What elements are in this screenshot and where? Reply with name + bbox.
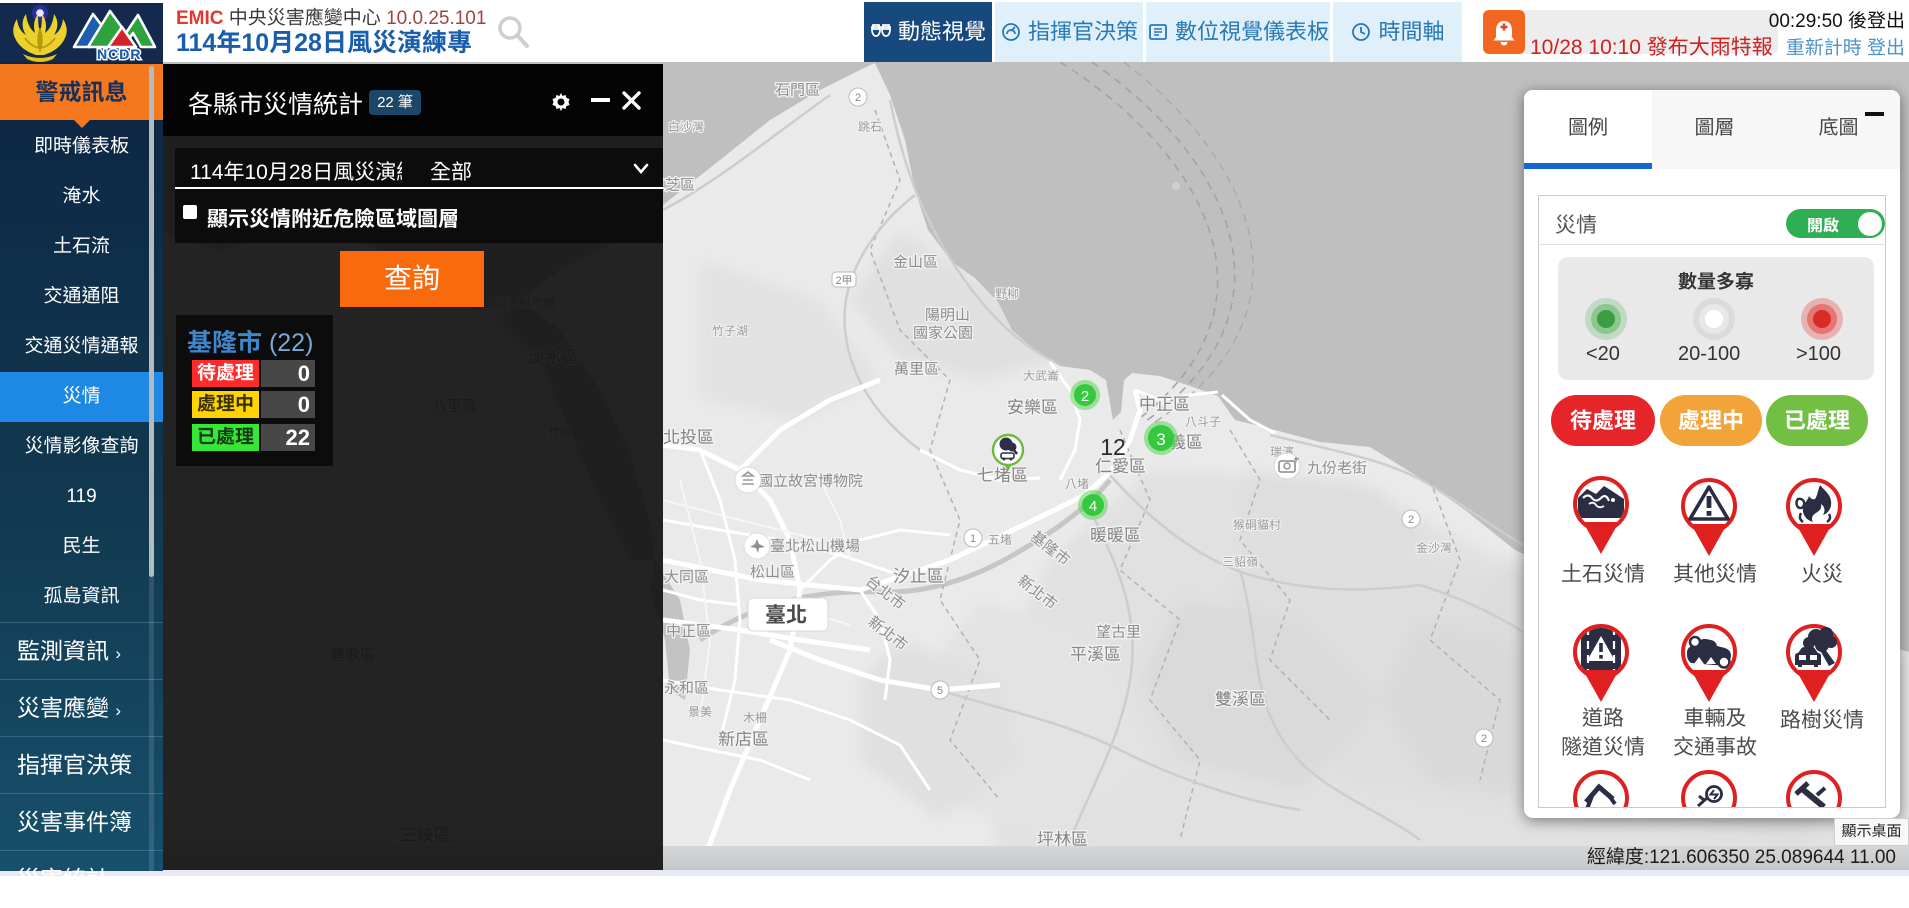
svg-text:七堵區: 七堵區	[977, 466, 1028, 485]
svg-text:汐止區: 汐止區	[893, 567, 944, 586]
svg-text:景美: 景美	[688, 705, 712, 719]
svg-text:野柳: 野柳	[995, 287, 1019, 301]
svg-text:2: 2	[1408, 514, 1414, 526]
svg-text:臺北松山機場: 臺北松山機場	[770, 538, 860, 555]
svg-text:中正區: 中正區	[666, 623, 711, 640]
svg-text:金山區: 金山區	[893, 254, 938, 271]
svg-text:2: 2	[1081, 388, 1089, 405]
svg-text:跳石: 跳石	[858, 120, 882, 134]
svg-text:白沙灣: 白沙灣	[668, 120, 704, 134]
svg-text:新店區: 新店區	[718, 730, 769, 749]
svg-text:萬里區: 萬里區	[894, 361, 939, 378]
svg-text:八堵: 八堵	[1065, 477, 1089, 491]
svg-text:猴硐貓村: 猴硐貓村	[1233, 518, 1281, 532]
svg-text:竹子湖: 竹子湖	[712, 324, 748, 338]
svg-text:陽明山: 陽明山	[925, 307, 970, 324]
svg-text:NCDR: NCDR	[97, 46, 141, 62]
svg-text:2: 2	[1481, 733, 1487, 745]
svg-text:5: 5	[937, 685, 943, 697]
svg-text:大同區: 大同區	[664, 569, 709, 586]
svg-text:中正區: 中正區	[1139, 395, 1190, 414]
svg-text:木柵: 木柵	[743, 711, 767, 725]
svg-text:2甲: 2甲	[835, 275, 852, 287]
svg-text:石門區: 石門區	[775, 82, 820, 99]
svg-text:大武崙: 大武崙	[1023, 369, 1059, 383]
svg-text:北投區: 北投區	[663, 428, 714, 447]
svg-text:2: 2	[855, 92, 861, 104]
svg-text:九份老街: 九份老街	[1307, 460, 1367, 477]
svg-text:3: 3	[1156, 430, 1165, 449]
svg-text:臺北: 臺北	[765, 604, 807, 627]
svg-text:4: 4	[1089, 498, 1097, 515]
svg-text:安樂區: 安樂區	[1007, 398, 1058, 417]
svg-text:五堵: 五堵	[988, 533, 1012, 547]
svg-text:八斗子: 八斗子	[1185, 415, 1221, 429]
svg-text:國立故宮博物院: 國立故宮博物院	[758, 473, 863, 490]
svg-text:雙溪區: 雙溪區	[1215, 690, 1266, 709]
svg-text:1: 1	[970, 533, 976, 545]
svg-text:松山區: 松山區	[750, 564, 795, 581]
svg-text:三貂嶺: 三貂嶺	[1222, 555, 1258, 569]
svg-text:12: 12	[1100, 434, 1126, 460]
svg-text:暖暖區: 暖暖區	[1090, 526, 1141, 545]
svg-text:平溪區: 平溪區	[1070, 645, 1121, 664]
svg-text:望古里: 望古里	[1096, 624, 1141, 641]
svg-text:永和區: 永和區	[664, 680, 709, 697]
svg-text:金沙灣: 金沙灣	[1416, 541, 1452, 555]
svg-text:國家公園: 國家公園	[913, 325, 973, 342]
